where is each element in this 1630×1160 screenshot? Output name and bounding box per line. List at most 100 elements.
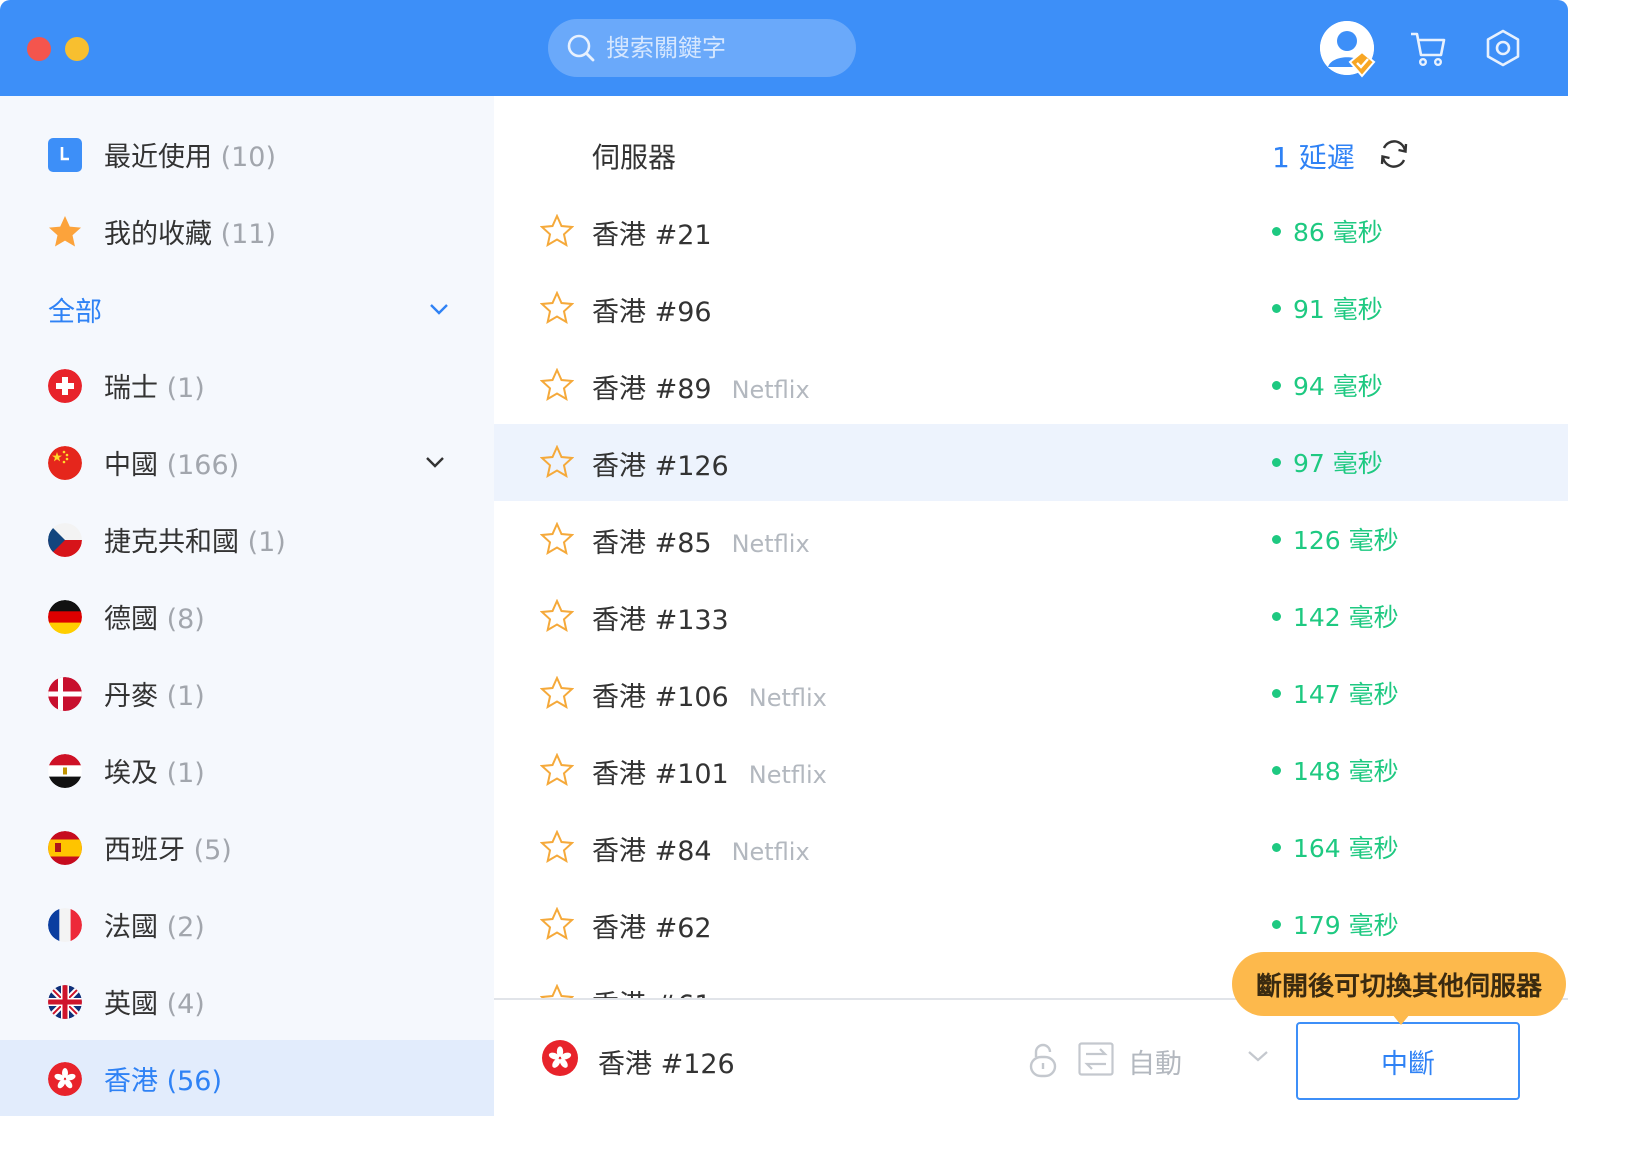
search-box[interactable] xyxy=(548,19,856,77)
egypt-flag-icon xyxy=(48,753,82,788)
country-count: (1) xyxy=(166,758,205,789)
star-outline-icon[interactable] xyxy=(540,445,574,479)
star-outline-icon[interactable] xyxy=(540,753,574,787)
latency-status-dot xyxy=(1272,843,1281,852)
star-outline-icon[interactable] xyxy=(540,984,574,998)
netflix-tag: Netflix xyxy=(731,376,810,404)
minimize-window-button[interactable] xyxy=(65,37,89,61)
server-name: 香港 #21 xyxy=(592,213,712,252)
server-row[interactable]: 香港 #96 91 毫秒 xyxy=(494,270,1568,347)
star-outline-icon[interactable] xyxy=(540,522,574,556)
country-count: (2) xyxy=(166,912,205,943)
latency-value: 91 毫秒 xyxy=(1293,295,1383,324)
star-outline-icon[interactable] xyxy=(540,676,574,710)
star-outline-icon[interactable] xyxy=(540,291,574,325)
star-outline-icon[interactable] xyxy=(540,599,574,633)
country-name: 丹麥 xyxy=(104,681,158,712)
premium-badge-icon xyxy=(1348,50,1376,78)
all-label: 全部 xyxy=(48,297,102,328)
protocol-mode-select[interactable]: 自動 xyxy=(1128,1042,1182,1081)
server-row[interactable]: 香港 #21 86 毫秒 xyxy=(494,193,1568,270)
country-name: 捷克共和國 xyxy=(104,527,239,558)
sidebar-item-germany[interactable]: 德國 (8) xyxy=(0,578,494,655)
country-name: 瑞士 xyxy=(104,373,158,404)
uk-flag-icon xyxy=(48,984,82,1019)
server-name-text: 香港 #126 xyxy=(592,451,729,482)
sidebar-item-egypt[interactable]: 埃及 (1) xyxy=(0,732,494,809)
server-row[interactable]: 香港 #85 Netflix 126 毫秒 xyxy=(494,501,1568,578)
latency-value: 147 毫秒 xyxy=(1293,680,1399,709)
protocol-switch-icon[interactable] xyxy=(1078,1042,1114,1076)
sidebar-item-france[interactable]: 法國 (2) xyxy=(0,886,494,963)
server-name: 香港 #133 xyxy=(592,598,729,637)
country-count: (5) xyxy=(193,835,232,866)
sidebar-item-label: 瑞士 (1) xyxy=(104,366,205,405)
recent-clock-icon xyxy=(48,137,82,172)
server-name-text: 香港 #62 xyxy=(592,913,712,944)
star-outline-icon[interactable] xyxy=(540,368,574,402)
server-row[interactable]: 香港 #126 97 毫秒 xyxy=(494,424,1568,501)
server-name: 香港 #96 xyxy=(592,290,712,329)
chevron-down-icon[interactable] xyxy=(426,456,444,468)
sidebar-item-spain[interactable]: 西班牙 (5) xyxy=(0,809,494,886)
star-outline-icon[interactable] xyxy=(540,830,574,864)
latency-status-dot xyxy=(1272,304,1281,313)
latency-value: 179 毫秒 xyxy=(1293,911,1399,940)
favorites-count: (11) xyxy=(220,219,277,250)
hongkong-flag-icon xyxy=(542,1040,578,1076)
sidebar-item-czech[interactable]: 捷克共和國 (1) xyxy=(0,501,494,578)
server-name: 香港 #101 Netflix xyxy=(592,752,827,791)
lock-icon[interactable] xyxy=(1028,1042,1058,1078)
sidebar-item-recent[interactable]: 最近使用 (10) xyxy=(0,116,494,193)
chevron-down-icon[interactable] xyxy=(430,303,448,315)
sidebar-item-china[interactable]: 中國 (166) xyxy=(0,424,494,501)
server-name-text: 香港 #84 xyxy=(592,836,712,867)
server-name: 香港 #84 Netflix xyxy=(592,829,810,868)
disconnect-button[interactable]: 中斷 xyxy=(1296,1022,1520,1100)
server-row[interactable]: 香港 #133 142 毫秒 xyxy=(494,578,1568,655)
country-name: 香港 xyxy=(104,1066,158,1097)
latency-status-dot xyxy=(1272,535,1281,544)
app-window: 最近使用 (10) 我的收藏 (11) 全部 xyxy=(0,0,1568,1116)
sidebar-item-favorites[interactable]: 我的收藏 (11) xyxy=(0,193,494,270)
sidebar-item-label: 我的收藏 (11) xyxy=(104,212,276,251)
search-icon xyxy=(567,34,595,62)
latency-value: 148 毫秒 xyxy=(1293,757,1399,786)
sidebar-item-label: 西班牙 (5) xyxy=(104,828,232,867)
netflix-tag: Netflix xyxy=(731,838,810,866)
server-row[interactable]: 香港 #84 Netflix 164 毫秒 xyxy=(494,809,1568,886)
sidebar-item-switzerland[interactable]: 瑞士 (1) xyxy=(0,347,494,424)
server-name-text: 香港 #133 xyxy=(592,605,729,636)
china-flag-icon xyxy=(48,445,82,480)
close-window-button[interactable] xyxy=(27,37,51,61)
country-name: 中國 xyxy=(104,450,158,481)
title-bar xyxy=(0,0,1568,96)
sidebar-item-label: 法國 (2) xyxy=(104,905,205,944)
country-count: (166) xyxy=(166,450,240,481)
server-name-text: 香港 #96 xyxy=(592,297,712,328)
country-count: (1) xyxy=(166,681,205,712)
server-name-text: 香港 #21 xyxy=(592,220,712,251)
server-row[interactable]: 香港 #106 Netflix 147 毫秒 xyxy=(494,655,1568,732)
sidebar-item-all[interactable]: 全部 xyxy=(0,271,494,348)
latency-status-dot xyxy=(1272,612,1281,621)
latency-status-dot xyxy=(1272,766,1281,775)
server-name-text: 香港 #106 xyxy=(592,682,729,713)
netflix-tag: Netflix xyxy=(748,761,827,789)
cart-icon[interactable] xyxy=(1408,28,1448,68)
search-input[interactable] xyxy=(606,34,826,62)
server-row[interactable]: 香港 #101 Netflix 148 毫秒 xyxy=(494,732,1568,809)
chevron-down-icon[interactable] xyxy=(1248,1050,1268,1062)
sidebar-item-denmark[interactable]: 丹麥 (1) xyxy=(0,655,494,732)
sidebar-item-uk[interactable]: 英國 (4) xyxy=(0,963,494,1040)
country-count: (1) xyxy=(247,527,286,558)
netflix-tag: Netflix xyxy=(731,530,810,558)
settings-icon[interactable] xyxy=(1484,28,1522,68)
star-outline-icon[interactable] xyxy=(540,214,574,248)
sidebar-item-hongkong[interactable]: 香港 (56) xyxy=(0,1040,494,1116)
star-outline-icon[interactable] xyxy=(540,907,574,941)
latency-value: 164 毫秒 xyxy=(1293,834,1399,863)
hongkong-flag-icon xyxy=(48,1061,82,1096)
server-row[interactable]: 香港 #89 Netflix 94 毫秒 xyxy=(494,347,1568,424)
latency-status-dot xyxy=(1272,920,1281,929)
